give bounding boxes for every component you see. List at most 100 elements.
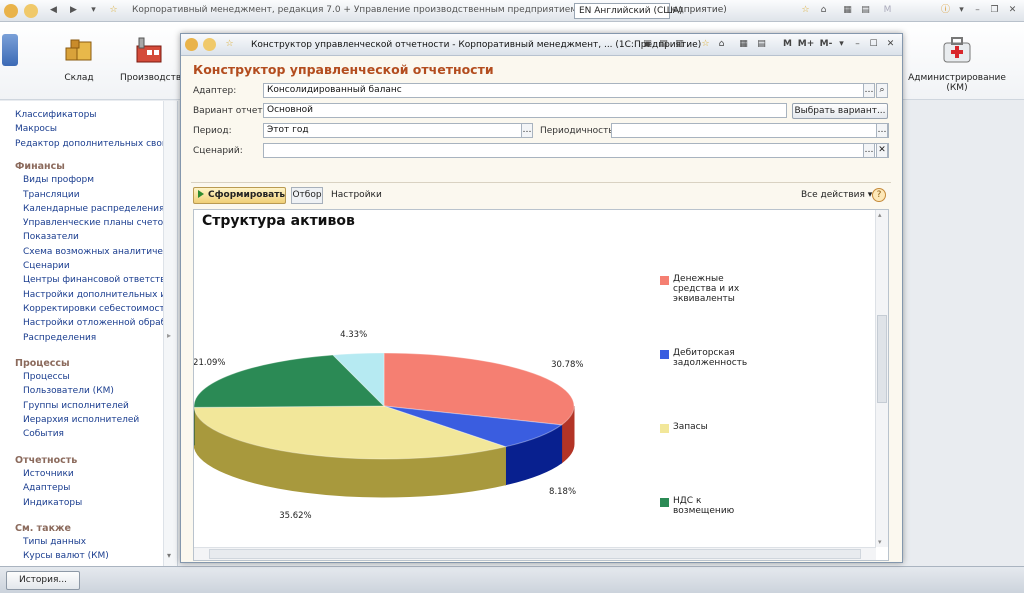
search-icon[interactable]: ⌕	[876, 83, 888, 98]
calculator-icon[interactable]: ▦	[840, 3, 855, 18]
language-indicator[interactable]: EN Английский (США)	[574, 3, 683, 19]
restore-icon[interactable]: ❐	[987, 3, 1002, 18]
star-icon[interactable]: ☆	[798, 3, 813, 18]
memory-minus-icon[interactable]: M-	[817, 38, 835, 51]
section-label: Склад	[64, 73, 94, 83]
slice-percent-label: 21.09%	[193, 357, 226, 368]
legend-label: НДС к возмещению	[673, 496, 735, 516]
section-administration[interactable]: Администрирование (КМ)	[908, 34, 1006, 93]
sidebar-item[interactable]: Иерархия исполнителей	[23, 415, 139, 425]
preview-icon[interactable]: ▥	[673, 38, 686, 51]
calendar-icon[interactable]: ▤	[755, 38, 768, 51]
main-title-bar: ◀ ▶ ▾ ☆ Корпоративный менеджмент, редакц…	[0, 0, 1024, 22]
scenario-clear-icon[interactable]: ✕	[876, 143, 888, 158]
scroll-down-icon[interactable]: ▾	[167, 551, 171, 560]
memory-m-icon[interactable]: M	[781, 38, 794, 51]
onec-logo-icon[interactable]	[185, 38, 198, 51]
close-icon[interactable]: ✕	[1005, 3, 1020, 18]
legend-swatch	[660, 276, 669, 285]
horizontal-scroll-thumb[interactable]	[209, 549, 861, 559]
sidebar-item[interactable]: Индикаторы	[23, 498, 82, 508]
home-icon[interactable]: ⌂	[715, 38, 728, 51]
menu-icon[interactable]	[24, 4, 38, 18]
adapter-field[interactable]: Консолидированный баланс	[263, 83, 875, 98]
vertical-scroll-thumb[interactable]	[877, 315, 887, 403]
window-title: Конструктор управленческой отчетности - …	[251, 40, 702, 50]
legend-swatch	[660, 424, 669, 433]
print-icon[interactable]: ▤	[657, 38, 670, 51]
minimize-icon[interactable]: –	[851, 38, 864, 51]
favorite-star-icon[interactable]: ☆	[106, 3, 121, 18]
sidebar-item[interactable]: Курсы валют (КМ)	[23, 551, 109, 561]
favorite-star-icon[interactable]: ☆	[223, 38, 236, 51]
sidebar-item[interactable]: Пользователи (КМ)	[23, 386, 114, 396]
all-actions-menu[interactable]: Все действия ▾	[801, 190, 872, 200]
window-dropdown-icon[interactable]: ▾	[835, 38, 848, 51]
section-label: Администрирование (КМ)	[908, 73, 1006, 93]
report-horizontal-scrollbar[interactable]	[194, 547, 876, 560]
settings-button[interactable]: Настройки	[331, 190, 382, 200]
sidebar-item[interactable]: События	[23, 429, 64, 439]
sidebar-item[interactable]: Корректировки себестоимости	[23, 304, 171, 314]
scenario-select-button[interactable]: …	[863, 143, 875, 158]
close-icon[interactable]: ✕	[884, 38, 897, 51]
section-partial[interactable]	[0, 34, 20, 70]
report-vertical-scrollbar[interactable]: ▴ ▾	[875, 210, 888, 547]
calendar-icon[interactable]: ▤	[858, 3, 873, 18]
period-select-button[interactable]: …	[521, 123, 533, 138]
variant-field[interactable]: Основной	[263, 103, 787, 118]
sidebar-item[interactable]: Виды проформ	[23, 175, 94, 185]
sidebar-item[interactable]: Настройки дополнительных и...	[23, 290, 175, 300]
generate-button[interactable]: Сформировать	[193, 187, 286, 204]
scenario-label: Сценарий:	[193, 146, 243, 156]
sidebar-item[interactable]: Центры финансовой ответств...	[23, 275, 174, 285]
scenario-field[interactable]	[263, 143, 889, 158]
sidebar-item[interactable]: Редактор дополнительных свой...	[15, 139, 176, 149]
home-icon[interactable]: ⌂	[816, 3, 831, 18]
sidebar-item[interactable]: Схема возможных аналитиче...	[23, 247, 172, 257]
maximize-icon[interactable]: ☐	[867, 38, 880, 51]
sidebar-item[interactable]: Макросы	[15, 124, 57, 134]
back-icon[interactable]: ◀	[46, 3, 61, 18]
window-menu-icon[interactable]	[203, 38, 216, 51]
sidebar-item[interactable]: Управленческие планы счетов	[23, 218, 168, 228]
sidebar-item[interactable]: Показатели	[23, 232, 79, 242]
memory-plus-icon[interactable]: M+	[797, 38, 815, 51]
help-button[interactable]: ?	[872, 188, 886, 202]
sidebar-item[interactable]: Процессы	[23, 372, 70, 382]
sidebar-item[interactable]: Адаптеры	[23, 483, 70, 493]
slice-percent-label: 35.62%	[279, 510, 312, 521]
m-icon[interactable]: M	[880, 3, 895, 18]
periodicity-field[interactable]	[611, 123, 889, 138]
filter-button[interactable]: Отбор	[291, 187, 323, 204]
sidebar-item[interactable]: Сценарии	[23, 261, 70, 271]
section-production[interactable]: Производств	[120, 34, 181, 83]
section-warehouse[interactable]: Склад	[50, 34, 108, 83]
sidebar-item[interactable]: Календарные распределения	[23, 204, 164, 214]
sidebar-item[interactable]: Распределения	[23, 333, 96, 343]
choose-variant-button[interactable]: Выбрать вариант...	[792, 103, 888, 119]
history-dropdown-icon[interactable]: ▾	[86, 3, 101, 18]
forward-icon[interactable]: ▶	[66, 3, 81, 18]
onec-logo-icon[interactable]	[4, 4, 18, 18]
adapter-select-button[interactable]: …	[863, 83, 875, 98]
sidebar-item[interactable]: Типы данных	[23, 537, 86, 547]
sidebar-scrollbar[interactable]: ▸ ▾	[163, 101, 177, 566]
scroll-up-icon[interactable]: ▴	[878, 211, 882, 219]
history-button[interactable]: История...	[6, 571, 80, 590]
info-icon[interactable]: ⓘ	[938, 3, 953, 18]
sidebar-item[interactable]: Настройки отложенной обраб...	[23, 318, 175, 328]
star-icon[interactable]: ☆	[699, 38, 712, 51]
sidebar-item[interactable]: Группы исполнителей	[23, 401, 129, 411]
sidebar-item[interactable]: Источники	[23, 469, 74, 479]
scroll-down-icon[interactable]: ▾	[878, 538, 882, 546]
calculator-icon[interactable]: ▦	[737, 38, 750, 51]
partial-icon	[2, 34, 18, 66]
minimize-icon[interactable]: –	[970, 3, 985, 18]
periodicity-select-button[interactable]: …	[876, 123, 888, 138]
info-dropdown-icon[interactable]: ▾	[954, 3, 969, 18]
save-icon[interactable]: ▣	[641, 38, 654, 51]
period-field[interactable]: Этот год	[263, 123, 533, 138]
sidebar-item[interactable]: Трансляции	[23, 190, 80, 200]
sidebar-item[interactable]: Классификаторы	[15, 110, 96, 120]
